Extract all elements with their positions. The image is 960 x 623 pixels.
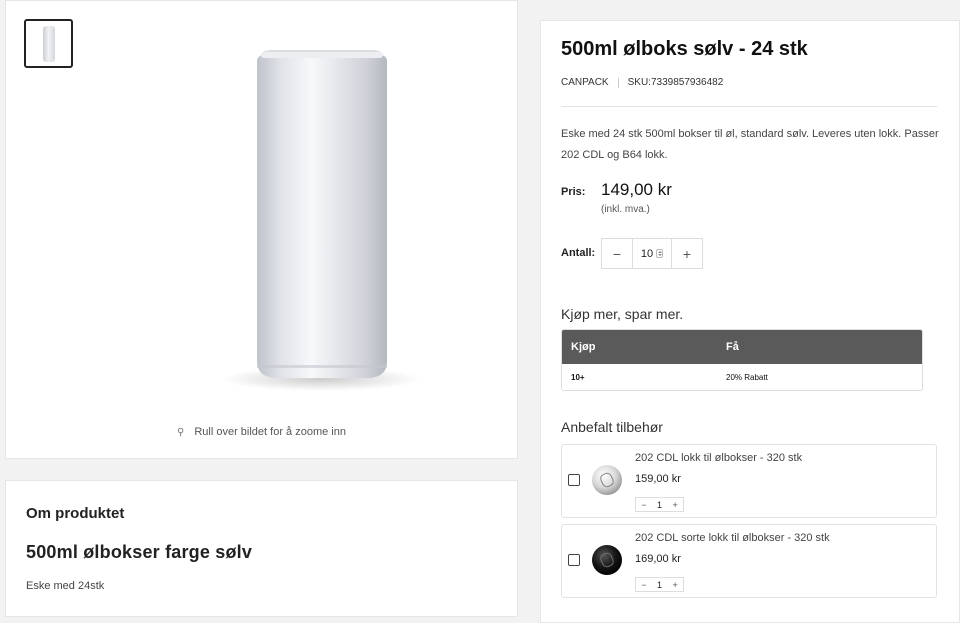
- product-meta: CANPACK SKU:7339857936482: [561, 77, 723, 88]
- increase-quantity-button[interactable]: +: [672, 239, 702, 268]
- product-description: Eske med 24 stk 500ml bokser til øl, sta…: [561, 128, 939, 161]
- bulk-discount-table: Kjøp Få 10+ 20% Rabatt: [561, 329, 923, 391]
- sku-text: SKU:7339857936482: [627, 77, 724, 88]
- about-subtitle: 500ml ølbokser farge sølv: [26, 542, 253, 562]
- product-info-panel: 500ml ølboks sølv - 24 stk CANPACK SKU:7…: [540, 20, 960, 623]
- accessories-title: Anbefalt tilbehør: [561, 419, 663, 435]
- accessory-quantity[interactable]: 1: [652, 498, 668, 511]
- section-divider: [561, 106, 937, 107]
- accessory-item: 202 CDL sorte lokk til ølbokser - 320 st…: [561, 524, 937, 598]
- quantity-label: Antall:: [561, 247, 596, 259]
- bulk-header-get: Få: [726, 341, 739, 353]
- bulk-row-quantity: 10+: [571, 373, 585, 382]
- bulk-discount-title: Kjøp mer, spar mer.: [561, 306, 684, 322]
- black-lid-icon[interactable]: [592, 545, 622, 575]
- quantity-input[interactable]: 10: [632, 239, 672, 268]
- decrease-quantity-button[interactable]: −: [602, 239, 632, 268]
- accessory-price: 159,00 kr: [635, 473, 681, 485]
- accessory-increase-button[interactable]: +: [667, 578, 683, 591]
- accessory-checkbox[interactable]: [568, 474, 580, 486]
- accessory-name[interactable]: 202 CDL sorte lokk til ølbokser - 320 st…: [635, 532, 830, 544]
- bulk-table-header: Kjøp Få: [562, 330, 922, 364]
- accessory-decrease-button[interactable]: −: [636, 498, 652, 511]
- price-value: 149,00 kr: [601, 180, 672, 199]
- vat-note: (inkl. mva.): [601, 204, 650, 215]
- accessory-quantity[interactable]: 1: [652, 578, 668, 591]
- spinner-icon[interactable]: [656, 249, 664, 258]
- quantity-stepper: − 10 +: [601, 238, 703, 269]
- brand-name[interactable]: CANPACK: [561, 77, 609, 88]
- product-title: 500ml ølboks sølv - 24 stk: [561, 38, 808, 60]
- table-row: 10+ 20% Rabatt: [562, 364, 922, 390]
- accessory-name[interactable]: 202 CDL lokk til ølbokser - 320 stk: [635, 452, 802, 464]
- accessory-item: 202 CDL lokk til ølbokser - 320 stk 159,…: [561, 444, 937, 518]
- accessory-quantity-stepper: − 1 +: [635, 577, 684, 592]
- quantity-value: 10: [640, 247, 654, 260]
- about-title: Om produktet: [26, 505, 125, 522]
- accessory-quantity-stepper: − 1 +: [635, 497, 684, 512]
- price-label: Pris:: [561, 186, 586, 198]
- meta-divider: [617, 77, 619, 88]
- bulk-row-discount: 20% Rabatt: [726, 373, 768, 382]
- accessory-decrease-button[interactable]: −: [636, 578, 652, 591]
- silver-lid-icon[interactable]: [592, 465, 622, 495]
- accessory-checkbox[interactable]: [568, 554, 580, 566]
- gallery-thumbnail[interactable]: [24, 19, 73, 68]
- product-main-image[interactable]: [111, 21, 491, 401]
- zoom-hint: ⚲ Rull over bildet for å zoome inn: [6, 426, 517, 438]
- product-gallery: ⚲ Rull over bildet for å zoome inn: [5, 0, 518, 459]
- about-description: Eske med 24stk: [26, 580, 105, 592]
- magnifier-icon: ⚲: [177, 427, 185, 438]
- can-thumbnail-image: [42, 25, 55, 62]
- bulk-header-buy: Kjøp: [571, 341, 596, 353]
- accessory-price: 169,00 kr: [635, 553, 681, 565]
- about-product-section: Om produktet 500ml ølbokser farge sølv E…: [5, 480, 518, 617]
- accessory-increase-button[interactable]: +: [667, 498, 683, 511]
- zoom-hint-text: Rull over bildet for å zoome inn: [194, 426, 346, 438]
